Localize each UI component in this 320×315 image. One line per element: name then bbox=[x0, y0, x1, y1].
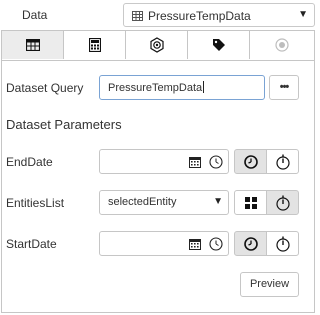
param-label-entitieslist: EntitiesList bbox=[6, 196, 65, 210]
more-icon: ••• bbox=[279, 81, 290, 93]
timer-icon bbox=[275, 236, 290, 252]
entitieslist-mode-group bbox=[234, 190, 300, 215]
clock-icon bbox=[243, 154, 258, 169]
dataset-query-input[interactable]: PressureTempData bbox=[99, 75, 265, 100]
timer-icon bbox=[275, 154, 290, 170]
gear-icon bbox=[149, 37, 164, 53]
tab-table[interactable] bbox=[2, 31, 64, 59]
clock-button[interactable] bbox=[234, 149, 267, 174]
dataset-select-value: PressureTempData bbox=[148, 9, 251, 23]
tab-radio[interactable] bbox=[250, 31, 314, 59]
preview-button[interactable]: Preview bbox=[240, 272, 299, 297]
data-config-panel: Dataset Query PressureTempData ••• Datas… bbox=[1, 30, 315, 313]
dataset-select[interactable]: PressureTempData ▼ bbox=[123, 3, 315, 27]
chevron-down-icon: ▼ bbox=[213, 196, 223, 207]
dataset-parameters-heading: Dataset Parameters bbox=[6, 117, 122, 132]
clock-icon bbox=[243, 236, 258, 251]
clock-icon[interactable] bbox=[209, 237, 223, 254]
tag-icon bbox=[212, 39, 225, 51]
calendar-icon[interactable] bbox=[189, 238, 201, 253]
table-icon bbox=[25, 39, 40, 51]
entitieslist-select[interactable]: selectedEntity ▼ bbox=[99, 190, 229, 215]
dataset-query-label: Dataset Query bbox=[6, 81, 84, 95]
timer-button[interactable] bbox=[266, 190, 299, 215]
startdate-input[interactable] bbox=[99, 231, 229, 256]
query-more-button[interactable]: ••• bbox=[269, 75, 299, 100]
calendar-icon[interactable] bbox=[189, 156, 201, 171]
clock-button[interactable] bbox=[234, 231, 267, 256]
grid-icon bbox=[244, 196, 257, 209]
timer-button[interactable] bbox=[266, 149, 299, 174]
enddate-input[interactable] bbox=[99, 149, 229, 174]
data-source-row: Data PressureTempData ▼ bbox=[0, 0, 316, 31]
chevron-down-icon: ▼ bbox=[298, 9, 308, 20]
radio-icon bbox=[275, 38, 289, 52]
grid-button[interactable] bbox=[234, 190, 267, 215]
entitieslist-value: selectedEntity bbox=[108, 196, 177, 208]
tab-tags[interactable] bbox=[188, 31, 250, 59]
table-icon bbox=[132, 10, 143, 24]
param-label-enddate: EndDate bbox=[6, 155, 53, 169]
timer-button[interactable] bbox=[266, 231, 299, 256]
clock-icon[interactable] bbox=[209, 155, 223, 172]
startdate-mode-group bbox=[234, 231, 300, 256]
tab-calculator[interactable] bbox=[64, 31, 126, 59]
tab-settings[interactable] bbox=[126, 31, 188, 59]
calculator-icon bbox=[88, 38, 101, 52]
tab-bar bbox=[2, 31, 314, 61]
data-label: Data bbox=[22, 8, 48, 22]
timer-icon bbox=[275, 195, 290, 211]
dataset-query-value: PressureTempData bbox=[108, 81, 205, 94]
param-label-startdate: StartDate bbox=[6, 237, 57, 251]
enddate-mode-group bbox=[234, 149, 300, 174]
